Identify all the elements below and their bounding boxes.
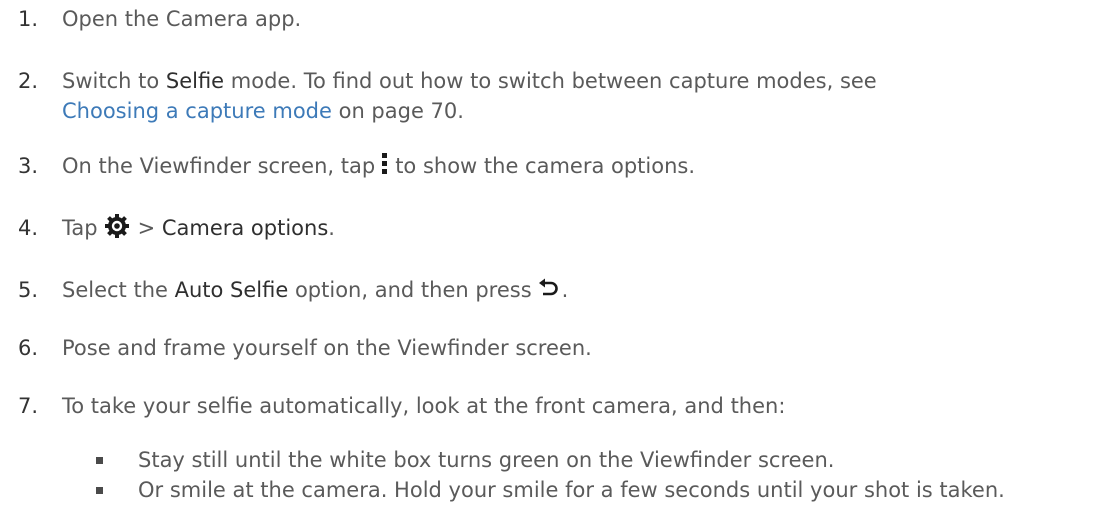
- bullet-square-icon: [96, 457, 103, 464]
- step-text: Open the Camera app.: [62, 4, 301, 34]
- step-number: 4.: [18, 216, 39, 240]
- gear-icon: [104, 213, 130, 239]
- step-number: 2.: [18, 69, 39, 93]
- step-text: To take your selfie automatically, look …: [62, 391, 785, 421]
- instruction-document: 1. Open the Camera app. 2. Switch to Sel…: [0, 0, 1115, 523]
- bullet-square-icon: [96, 487, 103, 494]
- step-1-text: Open the Camera app.: [62, 7, 302, 31]
- list-item: Stay still until the white box turns gre…: [95, 445, 1105, 475]
- camera-options-label: Camera options: [161, 216, 329, 240]
- step-3-pre: On the Viewfinder screen, tap: [62, 154, 376, 178]
- bullet-list: Stay still until the white box turns gre…: [95, 445, 1105, 505]
- step-5-pre: Select the: [62, 278, 175, 302]
- choosing-capture-mode-link[interactable]: Choosing a capture mode: [62, 99, 332, 123]
- list-item: Or smile at the camera. Hold your smile …: [95, 475, 1105, 505]
- bullet-text: Or smile at the camera. Hold your smile …: [138, 478, 1005, 502]
- step-text: On the Viewfinder screen, tap to show the…: [62, 151, 695, 181]
- step-7-text: To take your selfie automatically, look …: [62, 394, 786, 418]
- step-4-pre: Tap: [62, 216, 98, 240]
- step-number: 7.: [18, 394, 39, 418]
- step-5-post: option, and then press: [288, 278, 532, 302]
- auto-selfie-label: Auto Selfie: [174, 278, 289, 302]
- step-text: Switch to Selfie mode. To find out how t…: [62, 66, 877, 126]
- step-5-tail: .: [561, 278, 569, 302]
- step-4-post: .: [328, 216, 335, 240]
- step-number: 3.: [18, 154, 39, 178]
- step-2-line-2: Choosing a capture mode on page 70.: [62, 96, 877, 126]
- step-text: Pose and frame yourself on the Viewfinde…: [62, 333, 592, 363]
- step-6-text: Pose and frame yourself on the Viewfinde…: [62, 336, 592, 360]
- more-vertical-icon: [381, 153, 389, 175]
- step-2-pre: Switch to: [62, 69, 166, 93]
- step-number: 1.: [18, 7, 39, 31]
- step-3-post: to show the camera options.: [395, 154, 696, 178]
- back-icon: [538, 277, 560, 299]
- bullet-text: Stay still until the white box turns gre…: [138, 448, 835, 472]
- step-2-post: mode. To find out how to switch between …: [224, 69, 877, 93]
- step-number: 5.: [18, 278, 39, 302]
- step-number: 6.: [18, 336, 39, 360]
- step-text: Tap > Camera options.: [62, 213, 335, 243]
- step-2-tail: on page 70.: [331, 99, 464, 123]
- step-4-separator: >: [137, 216, 162, 240]
- step-text: Select the Auto Selfie option, and then …: [62, 275, 568, 305]
- selfie-mode-label: Selfie: [165, 69, 225, 93]
